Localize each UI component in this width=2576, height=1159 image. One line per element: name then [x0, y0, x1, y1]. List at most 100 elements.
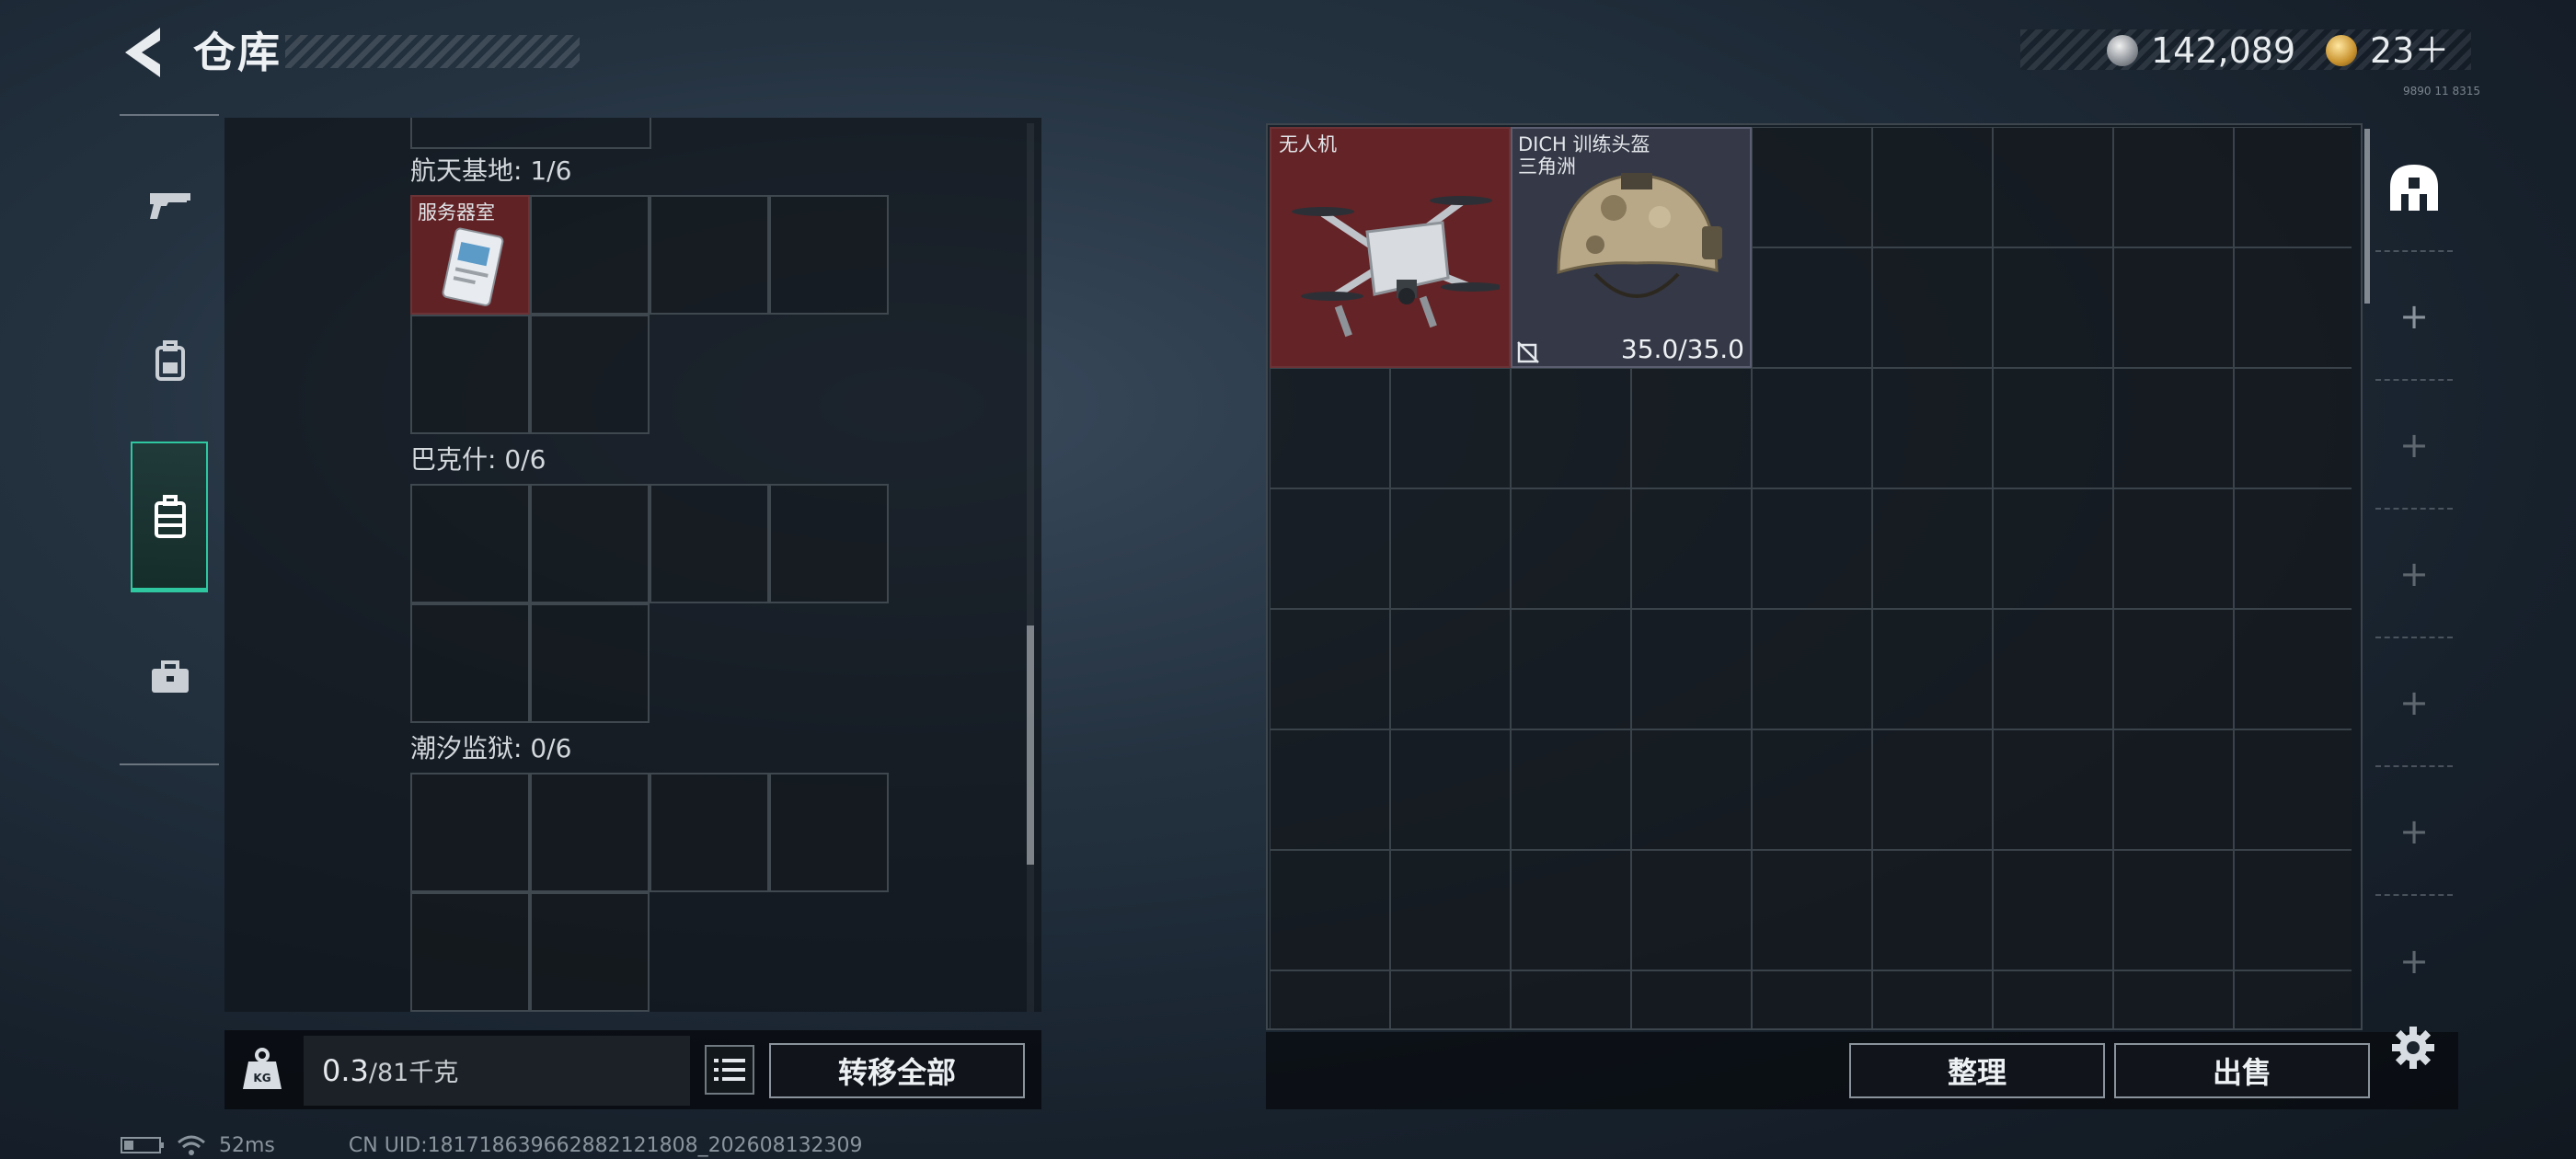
- empty-slot[interactable]: [1752, 488, 1872, 609]
- list-view-button[interactable]: [705, 1045, 754, 1095]
- empty-slot[interactable]: [1752, 609, 1872, 729]
- transfer-all-button[interactable]: 转移全部: [769, 1043, 1025, 1098]
- empty-slot[interactable]: [1752, 729, 1872, 850]
- empty-slot[interactable]: [410, 484, 530, 603]
- empty-slot[interactable]: [1270, 729, 1390, 850]
- sell-button[interactable]: 出售: [2114, 1043, 2370, 1098]
- empty-slot[interactable]: [2113, 127, 2234, 247]
- empty-slot[interactable]: [1631, 368, 1752, 488]
- right-scroll-thumb[interactable]: [2364, 129, 2370, 304]
- warehouse-tab-1[interactable]: [2375, 125, 2453, 252]
- empty-slot[interactable]: [2113, 609, 2234, 729]
- back-button[interactable]: [118, 24, 166, 81]
- empty-slot[interactable]: [1872, 850, 1993, 970]
- empty-slot[interactable]: [410, 603, 530, 723]
- empty-slot[interactable]: [1270, 850, 1390, 970]
- item-slot[interactable]: 服务器室: [410, 195, 530, 315]
- empty-slot[interactable]: [1993, 247, 2113, 368]
- empty-slot[interactable]: [410, 315, 530, 434]
- empty-slot[interactable]: [2234, 127, 2352, 247]
- empty-slot[interactable]: [2234, 488, 2352, 609]
- empty-slot[interactable]: [1270, 368, 1390, 488]
- empty-slot[interactable]: [650, 484, 769, 603]
- empty-slot[interactable]: [1270, 609, 1390, 729]
- empty-slot[interactable]: [1872, 127, 1993, 247]
- empty-slot[interactable]: [1390, 488, 1511, 609]
- empty-slot[interactable]: [1993, 609, 2113, 729]
- empty-slot[interactable]: [1872, 609, 1993, 729]
- empty-slot[interactable]: [2113, 488, 2234, 609]
- empty-slot[interactable]: [1872, 488, 1993, 609]
- empty-slot[interactable]: [1390, 970, 1511, 1028]
- empty-slot[interactable]: [2234, 850, 2352, 970]
- settings-button[interactable]: [2390, 1025, 2436, 1071]
- item-helmet[interactable]: DICH 训练头盔 三角洲 35.0/35.0: [1511, 127, 1752, 368]
- empty-slot[interactable]: [1872, 368, 1993, 488]
- empty-slot[interactable]: [2234, 368, 2352, 488]
- empty-slot[interactable]: [2234, 247, 2352, 368]
- empty-slot[interactable]: [1993, 729, 2113, 850]
- empty-slot[interactable]: [2113, 368, 2234, 488]
- empty-slot[interactable]: [1993, 368, 2113, 488]
- empty-slot[interactable]: [530, 195, 650, 315]
- empty-slot[interactable]: [1511, 488, 1631, 609]
- empty-slot[interactable]: [1752, 970, 1872, 1028]
- empty-slot[interactable]: [410, 773, 530, 892]
- empty-slot[interactable]: [2113, 970, 2234, 1028]
- empty-slot[interactable]: [1631, 609, 1752, 729]
- empty-slot[interactable]: [1752, 247, 1872, 368]
- gold-coin-icon[interactable]: [2326, 35, 2357, 66]
- empty-slot[interactable]: [1993, 127, 2113, 247]
- empty-slot[interactable]: [1511, 609, 1631, 729]
- empty-slot[interactable]: [2234, 609, 2352, 729]
- empty-slot[interactable]: [2234, 729, 2352, 850]
- empty-slot[interactable]: [769, 773, 889, 892]
- empty-slot[interactable]: [530, 484, 650, 603]
- empty-slot[interactable]: [1752, 368, 1872, 488]
- empty-slot[interactable]: [1872, 729, 1993, 850]
- empty-slot[interactable]: [1872, 970, 1993, 1028]
- empty-slot[interactable]: [1390, 850, 1511, 970]
- empty-slot[interactable]: [1511, 970, 1631, 1028]
- add-warehouse-tab[interactable]: +: [2375, 254, 2453, 381]
- empty-slot[interactable]: [1390, 609, 1511, 729]
- empty-slot[interactable]: [1270, 970, 1390, 1028]
- add-warehouse-tab[interactable]: +: [2375, 640, 2453, 767]
- empty-slot[interactable]: [1390, 729, 1511, 850]
- empty-slot[interactable]: [1511, 850, 1631, 970]
- empty-slot[interactable]: [2113, 850, 2234, 970]
- sort-button[interactable]: 整理: [1849, 1043, 2105, 1098]
- empty-slot[interactable]: [650, 195, 769, 315]
- add-warehouse-tab[interactable]: +: [2375, 511, 2453, 638]
- empty-slot[interactable]: [769, 195, 889, 315]
- empty-slot[interactable]: [1390, 368, 1511, 488]
- left-scroll-thumb[interactable]: [1027, 625, 1034, 865]
- empty-slot[interactable]: [1631, 970, 1752, 1028]
- empty-slot[interactable]: [1511, 729, 1631, 850]
- item-drone[interactable]: 无人机: [1270, 127, 1511, 368]
- empty-slot[interactable]: [1993, 488, 2113, 609]
- empty-slot[interactable]: [530, 773, 650, 892]
- empty-slot[interactable]: [1993, 970, 2113, 1028]
- empty-slot[interactable]: [1631, 488, 1752, 609]
- gold-coin-value[interactable]: 23＋: [2370, 28, 2449, 74]
- empty-slot[interactable]: [2113, 729, 2234, 850]
- left-scrollbar[interactable]: [1027, 123, 1034, 1012]
- empty-slot[interactable]: [769, 484, 889, 603]
- empty-slot[interactable]: [2234, 970, 2352, 1028]
- empty-slot[interactable]: [1511, 368, 1631, 488]
- add-warehouse-tab[interactable]: +: [2375, 898, 2453, 1025]
- empty-slot[interactable]: [1631, 729, 1752, 850]
- nav-equipment[interactable]: [132, 296, 208, 425]
- empty-slot[interactable]: [530, 315, 650, 434]
- nav-toolbox[interactable]: [132, 613, 208, 741]
- empty-slot[interactable]: [1752, 127, 1872, 247]
- empty-slot[interactable]: [1752, 850, 1872, 970]
- empty-slot[interactable]: [2113, 247, 2234, 368]
- nav-storage[interactable]: [132, 453, 208, 581]
- empty-slot[interactable]: [410, 892, 530, 1012]
- empty-slot[interactable]: [650, 773, 769, 892]
- add-warehouse-tab[interactable]: +: [2375, 383, 2453, 510]
- empty-slot[interactable]: [1993, 850, 2113, 970]
- nav-weapons[interactable]: [132, 140, 208, 269]
